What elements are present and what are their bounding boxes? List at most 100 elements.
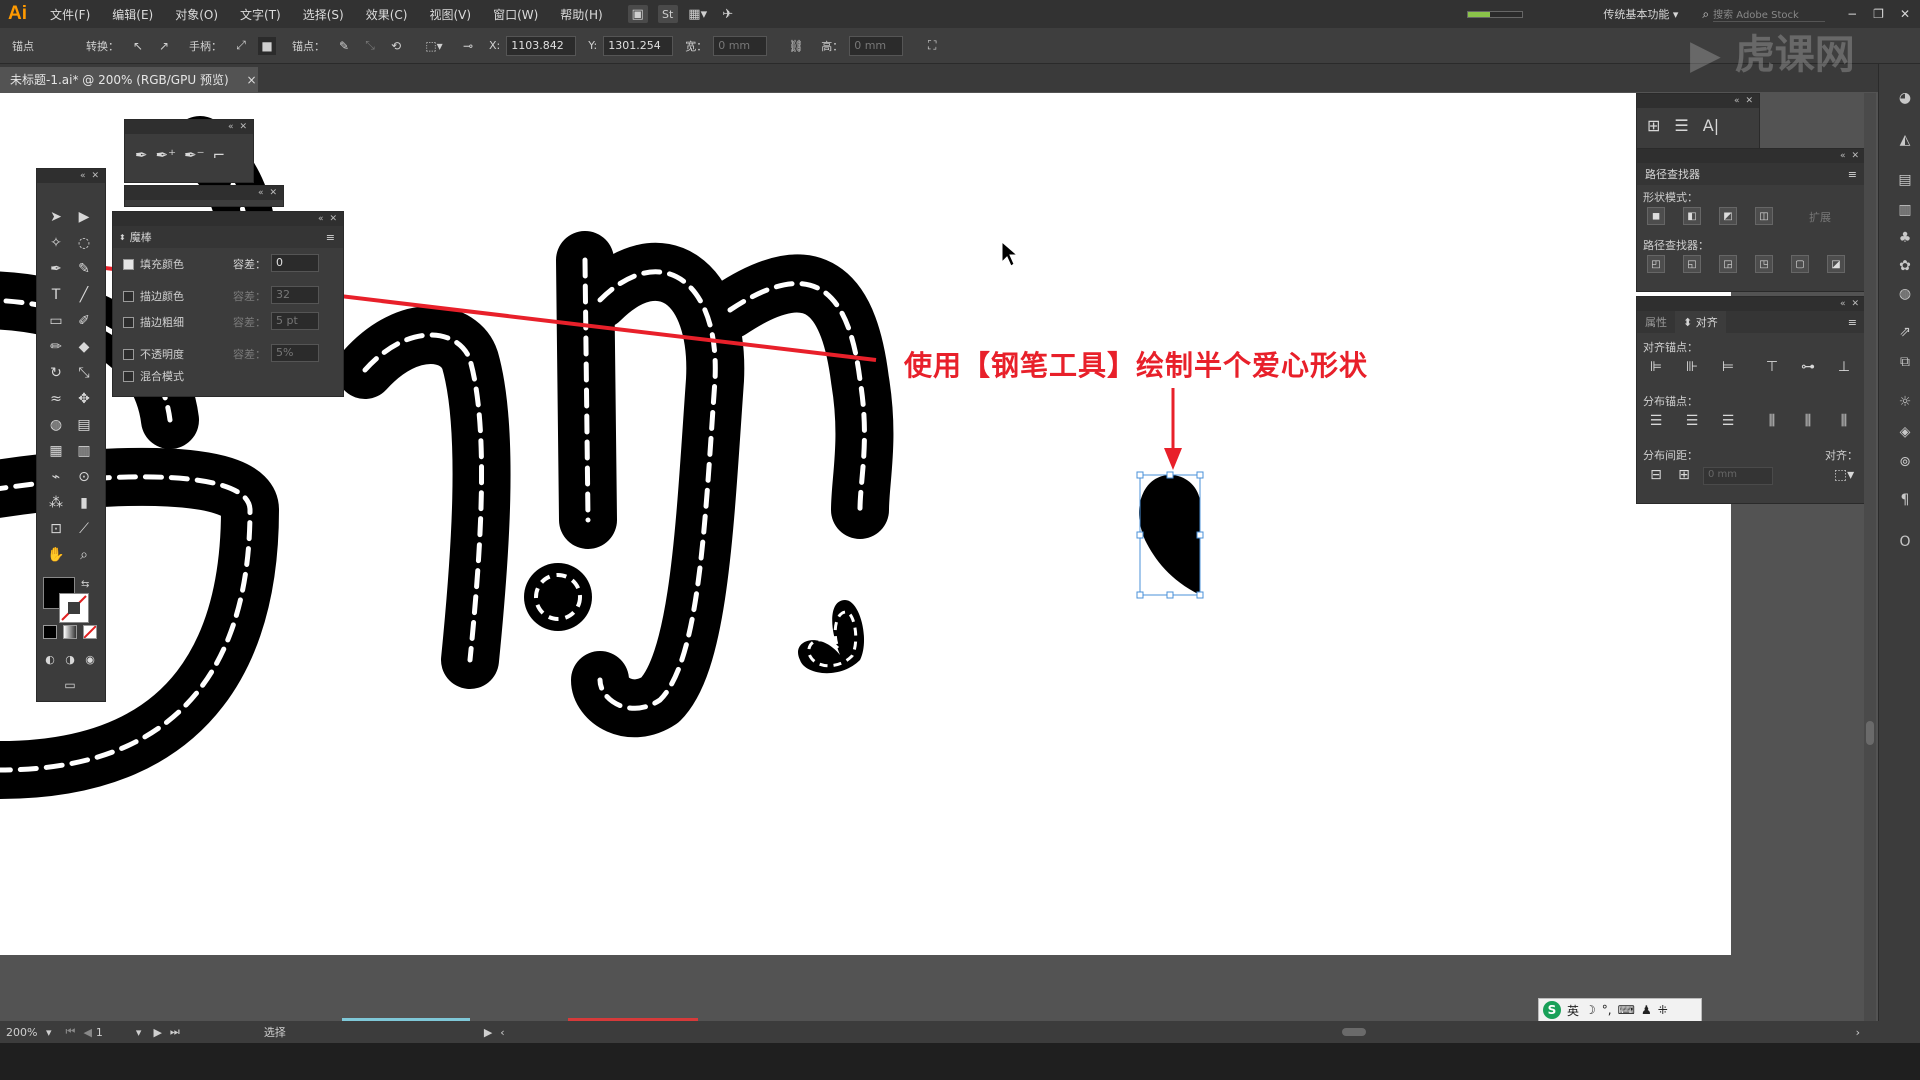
transform-icon[interactable]: ⛶ <box>923 37 941 55</box>
stroke-weight-row[interactable]: 描边粗细 <box>123 314 184 330</box>
align-vcenter-icon[interactable]: ⊶ <box>1797 357 1819 377</box>
menu-help[interactable]: 帮助(H) <box>549 6 613 23</box>
draw-inside-icon[interactable]: ◉ <box>79 649 101 669</box>
close-panel-icon[interactable]: ✕ <box>329 214 337 224</box>
align-right-icon[interactable]: ⊨ <box>1717 357 1739 377</box>
prev-artboard-icon[interactable]: ◀ <box>83 1026 91 1039</box>
distribute-top-icon[interactable]: ☰ <box>1645 411 1667 431</box>
layers-icon[interactable]: ◈ <box>1895 422 1915 442</box>
paragraph-icon[interactable]: ¶ <box>1895 490 1915 510</box>
eraser-tool-icon[interactable]: ◆ <box>73 337 95 357</box>
appearance-icon[interactable]: ◍ <box>1895 284 1915 304</box>
graph-tool-icon[interactable]: ▮ <box>73 493 95 513</box>
expand-button[interactable]: 扩展 <box>1809 209 1831 225</box>
close-tab-icon[interactable]: × <box>246 73 256 87</box>
scroll-left-icon[interactable]: ‹ <box>500 1026 504 1039</box>
exclude-icon[interactable]: ◫ <box>1755 207 1773 225</box>
add-anchor-icon[interactable]: ✒⁺ <box>156 146 177 164</box>
paintbrush-tool-icon[interactable]: ✐ <box>73 311 95 331</box>
align-top-icon[interactable]: ⊤ <box>1761 357 1783 377</box>
delete-anchor-icon[interactable]: ✒⁻ <box>184 146 205 164</box>
anchor-point-tool-icon[interactable]: ⌐ <box>213 146 226 164</box>
merge-icon[interactable]: ◲ <box>1719 255 1737 273</box>
menu-effect[interactable]: 效果(C) <box>355 6 419 23</box>
ime-user-icon[interactable]: ♟ <box>1641 1003 1652 1017</box>
outline-icon[interactable]: ▢ <box>1791 255 1809 273</box>
magic-wand-tool-icon[interactable]: ✧ <box>45 233 67 253</box>
collapse-icon[interactable]: « <box>228 122 234 132</box>
transparency-icon[interactable]: ☼ <box>1895 392 1915 412</box>
trim-icon[interactable]: ◱ <box>1683 255 1701 273</box>
rectangle-tool-icon[interactable]: ▭ <box>45 311 67 331</box>
close-panel-icon[interactable]: ✕ <box>91 171 99 181</box>
distribute-hcenter-icon[interactable]: ⫼ <box>1797 411 1819 431</box>
constrain-link-icon[interactable]: ⛓ <box>787 37 805 55</box>
spacing-field[interactable]: 0 mm <box>1703 467 1773 485</box>
collapse-icon[interactable]: « <box>1840 151 1846 161</box>
fill-tolerance-field[interactable]: 0 <box>271 254 319 272</box>
intersect-icon[interactable]: ◩ <box>1719 207 1737 225</box>
perspective-grid-tool-icon[interactable]: ▤ <box>73 415 95 435</box>
color-panel-icon[interactable]: ◕ <box>1895 88 1915 108</box>
pen-tool-icon[interactable]: ✒ <box>135 146 148 164</box>
pen-tool-icon[interactable]: ✒ <box>45 259 67 279</box>
panel-menu-icon[interactable]: ≡ <box>1848 168 1857 181</box>
close-panel-icon[interactable]: ✕ <box>1851 151 1859 161</box>
transform-panel-icon[interactable]: ⊞ <box>1647 116 1660 135</box>
bridge-icon[interactable]: ▣ <box>627 5 648 23</box>
status-menu-icon[interactable]: ▶ <box>484 1026 492 1039</box>
last-artboard-icon[interactable]: ⏭ <box>170 1025 180 1039</box>
selection-tool-icon[interactable]: ➤ <box>45 207 67 227</box>
menu-type[interactable]: 文字(T) <box>229 6 292 23</box>
none-mode-icon[interactable] <box>83 625 97 639</box>
minus-front-icon[interactable]: ◧ <box>1683 207 1701 225</box>
arrange-documents-icon[interactable]: ▦▾ <box>688 5 708 23</box>
x-field[interactable]: 1103.842 <box>506 35 577 56</box>
isolate-icon[interactable]: ⬚▾ <box>425 37 443 55</box>
spacing-vertical-icon[interactable]: ⊟ <box>1645 465 1667 485</box>
connect-anchors-icon[interactable]: ⤡ <box>361 37 379 55</box>
free-transform-tool-icon[interactable]: ✥ <box>73 389 95 409</box>
type-tool-icon[interactable]: T <box>45 285 67 305</box>
send-icon[interactable]: ✈ <box>718 5 738 23</box>
panel-menu-icon[interactable]: ≡ <box>1848 316 1857 329</box>
close-panel-icon[interactable]: ✕ <box>1745 96 1753 106</box>
symbol-sprayer-tool-icon[interactable]: ⁂ <box>45 493 67 513</box>
direct-selection-tool-icon[interactable]: ▶ <box>73 207 95 227</box>
collapse-icon[interactable]: « <box>1840 299 1846 309</box>
screen-mode-icon[interactable]: ▭ <box>59 675 81 695</box>
fill-color-checkbox[interactable] <box>123 258 134 270</box>
hand-tool-icon[interactable]: ✋ <box>45 545 67 565</box>
ime-halfwidth-icon[interactable]: ☽ <box>1585 1003 1596 1017</box>
rotate-tool-icon[interactable]: ↻ <box>45 363 67 383</box>
ime-language-toggle[interactable]: 英 <box>1567 1002 1579 1019</box>
color-mode-icon[interactable] <box>43 625 57 639</box>
close-window-icon[interactable]: ✕ <box>1900 7 1910 21</box>
distribute-bottom-icon[interactable]: ☰ <box>1717 411 1739 431</box>
draw-behind-icon[interactable]: ◑ <box>59 649 81 669</box>
character-panel-icon[interactable]: A| <box>1703 116 1719 135</box>
show-handles-icon[interactable]: ⤢ <box>232 37 250 55</box>
stock-search-input[interactable]: 搜索 Adobe Stock <box>1713 6 1826 22</box>
vertical-scroll-thumb[interactable] <box>1866 721 1874 745</box>
blend-mode-row[interactable]: 混合模式 <box>123 368 184 384</box>
workspace-switcher[interactable]: 传统基本功能 ▾ <box>1603 6 1678 22</box>
next-artboard-icon[interactable]: ▶ <box>153 1026 161 1039</box>
scroll-right-icon[interactable]: › <box>1856 1026 1860 1039</box>
close-panel-icon[interactable]: ✕ <box>269 188 277 198</box>
zoom-dropdown-icon[interactable]: ▾ <box>46 1026 52 1039</box>
fill-color-row[interactable]: 填充颜色 <box>123 256 184 272</box>
draw-normal-icon[interactable]: ◐ <box>39 649 61 669</box>
minus-back-icon[interactable]: ◪ <box>1827 255 1845 273</box>
brushes-icon[interactable]: ▥ <box>1895 200 1915 220</box>
distribute-right-icon[interactable]: ⫼ <box>1833 411 1855 431</box>
collapse-icon[interactable]: « <box>318 214 324 224</box>
zoom-tool-icon[interactable]: ⌕ <box>73 545 95 565</box>
menu-edit[interactable]: 编辑(E) <box>101 6 164 23</box>
opacity-row[interactable]: 不透明度 <box>123 346 184 362</box>
export-icon[interactable]: ⇗ <box>1895 322 1915 342</box>
line-tool-icon[interactable]: ╱ <box>73 285 95 305</box>
convert-smooth-icon[interactable]: ↗ <box>155 37 173 55</box>
zoom-level[interactable]: 200% <box>6 1026 46 1039</box>
menu-object[interactable]: 对象(O) <box>164 6 229 23</box>
